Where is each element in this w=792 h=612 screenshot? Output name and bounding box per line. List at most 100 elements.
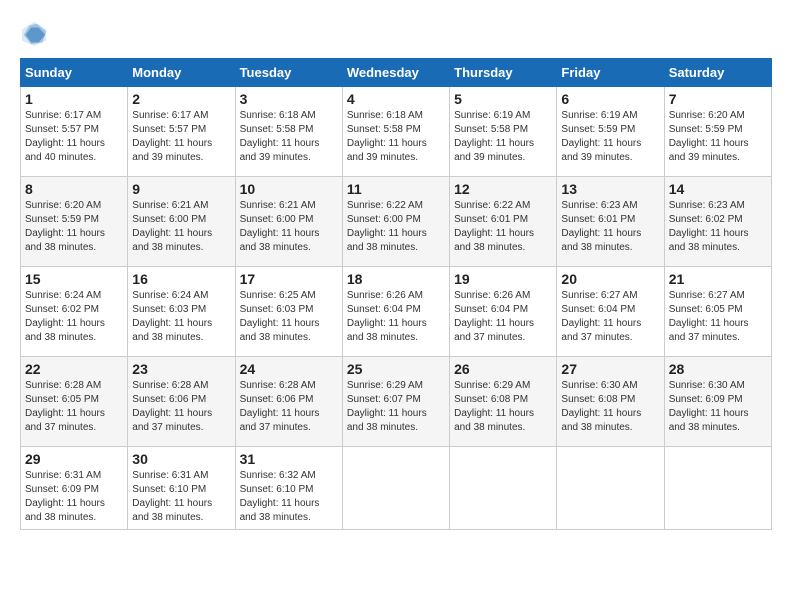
day-info: Sunrise: 6:30 AMSunset: 6:08 PMDaylight:… [561, 379, 659, 435]
calendar-cell: 6Sunrise: 6:19 AMSunset: 5:59 PMDaylight… [557, 87, 664, 177]
day-number: 22 [25, 361, 123, 377]
calendar-cell: 21 Sunrise: 6:27 AMSunset: 6:05 PMDayligh… [664, 267, 771, 357]
calendar-cell [450, 447, 557, 530]
day-number: 4 [347, 91, 445, 107]
day-info: Sunrise: 6:22 AMSunset: 6:01 PMDaylight:… [454, 199, 552, 255]
day-number: 26 [454, 361, 552, 377]
day-info: Sunrise: 6:27 AMSunset: 6:05 PMDaylight:… [669, 289, 767, 345]
day-number: 23 [132, 361, 230, 377]
weekday-header-thursday: Thursday [450, 59, 557, 87]
day-info: Sunrise: 6:20 AMSunset: 5:59 PMDaylight:… [669, 109, 767, 165]
calendar-cell: 13 Sunrise: 6:23 AMSunset: 6:01 PMDayligh… [557, 177, 664, 267]
day-info: Sunrise: 6:30 AMSunset: 6:09 PMDaylight:… [669, 379, 767, 435]
day-info: Sunrise: 6:18 AMSunset: 5:58 PMDaylight:… [240, 109, 338, 165]
day-number: 2 [132, 91, 230, 107]
day-info: Sunrise: 6:28 AMSunset: 6:06 PMDaylight:… [240, 379, 338, 435]
day-info: Sunrise: 6:17 AMSunset: 5:57 PMDaylight:… [132, 109, 230, 165]
day-number: 17 [240, 271, 338, 287]
day-number: 8 [25, 181, 123, 197]
weekday-header-wednesday: Wednesday [342, 59, 449, 87]
day-number: 7 [669, 91, 767, 107]
calendar-cell: 5Sunrise: 6:19 AMSunset: 5:58 PMDaylight… [450, 87, 557, 177]
day-number: 11 [347, 181, 445, 197]
calendar-cell: 8 Sunrise: 6:20 AMSunset: 5:59 PMDaylight… [21, 177, 128, 267]
calendar-cell: 10 Sunrise: 6:21 AMSunset: 6:00 PMDayligh… [235, 177, 342, 267]
calendar-cell: 23 Sunrise: 6:28 AMSunset: 6:06 PMDayligh… [128, 357, 235, 447]
calendar-cell: 19 Sunrise: 6:26 AMSunset: 6:04 PMDayligh… [450, 267, 557, 357]
calendar-week-row: 15 Sunrise: 6:24 AMSunset: 6:02 PMDayligh… [21, 267, 772, 357]
weekday-header-friday: Friday [557, 59, 664, 87]
day-info: Sunrise: 6:21 AMSunset: 6:00 PMDaylight:… [132, 199, 230, 255]
day-info: Sunrise: 6:29 AMSunset: 6:07 PMDaylight:… [347, 379, 445, 435]
calendar-cell: 30Sunrise: 6:31 AMSunset: 6:10 PMDayligh… [128, 447, 235, 530]
calendar-cell: 29Sunrise: 6:31 AMSunset: 6:09 PMDayligh… [21, 447, 128, 530]
day-info: Sunrise: 6:21 AMSunset: 6:00 PMDaylight:… [240, 199, 338, 255]
day-number: 25 [347, 361, 445, 377]
day-number: 27 [561, 361, 659, 377]
day-number: 28 [669, 361, 767, 377]
calendar-cell: 17Sunrise: 6:25 AMSunset: 6:03 PMDayligh… [235, 267, 342, 357]
day-info: Sunrise: 6:23 AMSunset: 6:01 PMDaylight:… [561, 199, 659, 255]
day-info: Sunrise: 6:26 AMSunset: 6:04 PMDaylight:… [347, 289, 445, 345]
calendar-cell: 9 Sunrise: 6:21 AMSunset: 6:00 PMDaylight… [128, 177, 235, 267]
calendar-cell: 18 Sunrise: 6:26 AMSunset: 6:04 PMDayligh… [342, 267, 449, 357]
day-info: Sunrise: 6:22 AMSunset: 6:00 PMDaylight:… [347, 199, 445, 255]
day-number: 24 [240, 361, 338, 377]
calendar-cell: 1 Sunrise: 6:17 AMSunset: 5:57 PMDaylight… [21, 87, 128, 177]
day-number: 15 [25, 271, 123, 287]
calendar-cell: 24 Sunrise: 6:28 AMSunset: 6:06 PMDayligh… [235, 357, 342, 447]
weekday-header-tuesday: Tuesday [235, 59, 342, 87]
day-number: 19 [454, 271, 552, 287]
weekday-header-saturday: Saturday [664, 59, 771, 87]
day-info: Sunrise: 6:28 AMSunset: 6:06 PMDaylight:… [132, 379, 230, 435]
day-number: 10 [240, 181, 338, 197]
calendar-cell: 22 Sunrise: 6:28 AMSunset: 6:05 PMDayligh… [21, 357, 128, 447]
day-number: 6 [561, 91, 659, 107]
calendar-cell: 15 Sunrise: 6:24 AMSunset: 6:02 PMDayligh… [21, 267, 128, 357]
day-info: Sunrise: 6:18 AMSunset: 5:58 PMDaylight:… [347, 109, 445, 165]
day-number: 14 [669, 181, 767, 197]
day-number: 1 [25, 91, 123, 107]
calendar-cell [557, 447, 664, 530]
calendar-cell: 2 Sunrise: 6:17 AMSunset: 5:57 PMDaylight… [128, 87, 235, 177]
day-number: 9 [132, 181, 230, 197]
day-info: Sunrise: 6:24 AMSunset: 6:03 PMDaylight:… [132, 289, 230, 345]
day-number: 31 [240, 451, 338, 467]
day-number: 20 [561, 271, 659, 287]
day-info: Sunrise: 6:28 AMSunset: 6:05 PMDaylight:… [25, 379, 123, 435]
day-info: Sunrise: 6:23 AMSunset: 6:02 PMDaylight:… [669, 199, 767, 255]
calendar-week-row: 8 Sunrise: 6:20 AMSunset: 5:59 PMDaylight… [21, 177, 772, 267]
day-number: 18 [347, 271, 445, 287]
calendar-cell: 27 Sunrise: 6:30 AMSunset: 6:08 PMDayligh… [557, 357, 664, 447]
day-info: Sunrise: 6:27 AMSunset: 6:04 PMDaylight:… [561, 289, 659, 345]
day-info: Sunrise: 6:19 AMSunset: 5:58 PMDaylight:… [454, 109, 552, 165]
day-info: Sunrise: 6:26 AMSunset: 6:04 PMDaylight:… [454, 289, 552, 345]
day-number: 30 [132, 451, 230, 467]
calendar-header-row: SundayMondayTuesdayWednesdayThursdayFrid… [21, 59, 772, 87]
calendar-cell: 11 Sunrise: 6:22 AMSunset: 6:00 PMDayligh… [342, 177, 449, 267]
page-header [20, 20, 772, 48]
calendar-cell: 25 Sunrise: 6:29 AMSunset: 6:07 PMDayligh… [342, 357, 449, 447]
weekday-header-monday: Monday [128, 59, 235, 87]
calendar-table: SundayMondayTuesdayWednesdayThursdayFrid… [20, 58, 772, 530]
calendar-cell [342, 447, 449, 530]
calendar-cell: 31 Sunrise: 6:32 AMSunset: 6:10 PMDayligh… [235, 447, 342, 530]
day-info: Sunrise: 6:20 AMSunset: 5:59 PMDaylight:… [25, 199, 123, 255]
day-number: 21 [669, 271, 767, 287]
day-info: Sunrise: 6:17 AMSunset: 5:57 PMDaylight:… [25, 109, 123, 165]
calendar-week-row: 1 Sunrise: 6:17 AMSunset: 5:57 PMDaylight… [21, 87, 772, 177]
calendar-cell: 14 Sunrise: 6:23 AMSunset: 6:02 PMDayligh… [664, 177, 771, 267]
day-info: Sunrise: 6:31 AMSunset: 6:09 PMDaylight:… [25, 469, 123, 525]
day-info: Sunrise: 6:29 AMSunset: 6:08 PMDaylight:… [454, 379, 552, 435]
logo-icon [20, 20, 48, 48]
calendar-week-row: 22 Sunrise: 6:28 AMSunset: 6:05 PMDayligh… [21, 357, 772, 447]
day-info: Sunrise: 6:32 AMSunset: 6:10 PMDaylight:… [240, 469, 338, 525]
weekday-header-sunday: Sunday [21, 59, 128, 87]
calendar-week-row: 29Sunrise: 6:31 AMSunset: 6:09 PMDayligh… [21, 447, 772, 530]
day-info: Sunrise: 6:24 AMSunset: 6:02 PMDaylight:… [25, 289, 123, 345]
calendar-cell: 7 Sunrise: 6:20 AMSunset: 5:59 PMDaylight… [664, 87, 771, 177]
logo [20, 20, 52, 48]
calendar-cell: 26 Sunrise: 6:29 AMSunset: 6:08 PMDayligh… [450, 357, 557, 447]
day-number: 13 [561, 181, 659, 197]
day-number: 3 [240, 91, 338, 107]
